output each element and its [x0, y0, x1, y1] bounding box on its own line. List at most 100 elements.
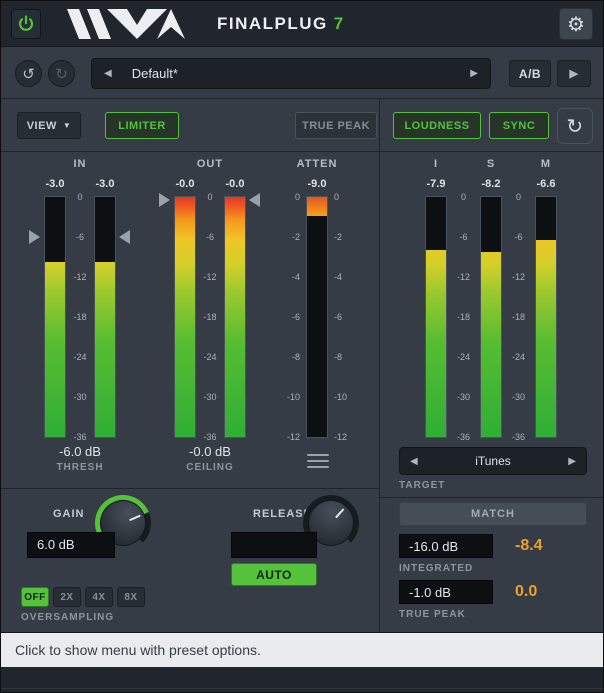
atten-meter-label: ATTEN [277, 158, 357, 170]
scale-tick-label: 0 [65, 192, 95, 232]
scale-tick-label: -6 [334, 312, 361, 352]
scale-tick-label: -18 [65, 312, 95, 352]
atten-scale-right: 0-2-4-6-8-10-12 [331, 192, 361, 472]
ceiling-arrow-right-icon[interactable] [249, 193, 260, 207]
ceiling-readout[interactable]: -0.0 dB [155, 444, 265, 459]
atten-meter-bar [307, 197, 327, 437]
auto-label: AUTO [256, 568, 292, 582]
in-scale: 0-6-12-18-24-30-36 [65, 192, 95, 472]
true-peak-target-field[interactable]: -1.0 dB [399, 580, 493, 604]
release-knob-pointer-icon [335, 508, 345, 518]
loudness-s-peak: -8.2 [471, 178, 511, 190]
view-dropdown[interactable]: VIEW ▼ [17, 112, 81, 139]
limiter-toggle[interactable]: LIMITER [105, 112, 179, 139]
scale-tick-label: 0 [503, 192, 534, 232]
target-prev-icon[interactable]: ◀ [410, 456, 418, 467]
advance-icon: ▶ [570, 67, 579, 80]
scale-tick-label: -30 [448, 392, 479, 432]
loudness-s-meter-bar [481, 197, 501, 437]
meter-fill [307, 197, 327, 216]
scale-tick-label: -4 [273, 272, 300, 312]
scale-tick-label: -30 [65, 392, 95, 432]
preset-prev-icon[interactable]: ◀ [104, 68, 112, 79]
loudness-m-label: M [521, 158, 571, 170]
loudness-scale-1: 0-6-12-18-24-30-36 [448, 192, 479, 472]
scale-tick-label: -12 [334, 432, 361, 472]
out-meter-bar-right [225, 197, 245, 437]
threshold-readout[interactable]: -6.0 dB [25, 444, 135, 459]
atten-menu-button[interactable] [301, 448, 334, 474]
settings-button[interactable]: ⚙ [559, 8, 593, 40]
preset-name: Default* [132, 66, 178, 81]
threshold-arrow-left-icon[interactable] [29, 230, 40, 244]
loudness-m-meter-bar [536, 197, 556, 437]
sync-toggle[interactable]: SYNC [489, 112, 549, 139]
meter-gradient [45, 262, 65, 437]
undo-icon: ↺ [22, 65, 35, 83]
chevron-down-icon: ▼ [63, 121, 71, 130]
sync-label: SYNC [503, 120, 536, 132]
gear-icon: ⚙ [567, 12, 585, 37]
finalplug-window: FINALPLUG7 ⚙ ↺ ↻ ◀ Default* ▶ A/B ▶ VIEW… [0, 0, 604, 693]
threshold-label: THRESH [25, 462, 135, 473]
divider [379, 98, 380, 632]
bottom-strip [1, 667, 604, 693]
oversampling-8x-button[interactable]: 8X [117, 587, 145, 607]
meter-gradient [225, 197, 245, 437]
scale-tick-label: -24 [65, 352, 95, 392]
atten-peak: -9.0 [297, 178, 337, 190]
gain-value-field[interactable]: 6.0 dB [27, 532, 115, 558]
target-selector[interactable]: ◀ iTunes ▶ [399, 447, 587, 475]
app-version: 7 [334, 14, 345, 33]
in-peak-left: -3.0 [35, 178, 75, 190]
divider [1, 488, 379, 489]
out-peak-right: -0.0 [215, 178, 255, 190]
divider [379, 497, 604, 498]
oversampling-off-label: OFF [24, 592, 46, 603]
loudness-label: LOUDNESS [404, 120, 469, 132]
loudness-toggle[interactable]: LOUDNESS [393, 112, 481, 139]
scale-tick-label: -18 [195, 312, 225, 352]
scale-tick-label: -4 [334, 272, 361, 312]
true-peak-toggle[interactable]: TRUE PEAK [295, 112, 377, 139]
oversampling-2x-button[interactable]: 2X [53, 587, 81, 607]
preset-next-icon[interactable]: ▶ [470, 68, 478, 79]
ceiling-arrow-left-icon[interactable] [159, 193, 170, 207]
meter-fill [536, 240, 556, 437]
scale-tick-label: -10 [273, 392, 300, 432]
preset-advance-button[interactable]: ▶ [557, 60, 591, 87]
hamburger-line [307, 466, 329, 468]
preset-selector[interactable]: ◀ Default* ▶ [91, 58, 491, 89]
scale-tick-label: -12 [273, 432, 300, 472]
ab-compare-button[interactable]: A/B [509, 60, 551, 87]
loudness-i-label: I [411, 158, 461, 170]
match-button[interactable]: MATCH [399, 502, 587, 526]
release-value-field[interactable] [231, 532, 317, 558]
scale-tick-label: -8 [334, 352, 361, 392]
power-button[interactable] [11, 9, 41, 39]
scale-tick-label: 0 [195, 192, 225, 232]
in-meter-label: IN [45, 158, 115, 170]
oversampling-2x-label: 2X [60, 592, 73, 603]
scale-tick-label: -12 [65, 272, 95, 312]
out-peak-left: -0.0 [165, 178, 205, 190]
app-title: FINALPLUG7 [217, 14, 345, 34]
target-next-icon[interactable]: ▶ [568, 456, 576, 467]
integrated-target-field[interactable]: -16.0 dB [399, 534, 493, 558]
oversampling-off-button[interactable]: OFF [21, 587, 49, 607]
loudness-i-meter-bar [426, 197, 446, 437]
reset-meters-button[interactable]: ↻ [557, 108, 593, 144]
status-bar[interactable]: Click to show menu with preset options. [1, 632, 604, 667]
undo-button[interactable]: ↺ [15, 60, 42, 87]
scale-tick-label: -30 [503, 392, 534, 432]
oversampling-label: OVERSAMPLING [21, 612, 161, 623]
oversampling-4x-button[interactable]: 4X [85, 587, 113, 607]
oversampling-8x-label: 8X [124, 592, 137, 603]
out-scale: 0-6-12-18-24-30-36 [195, 192, 225, 472]
scale-tick-label: -18 [503, 312, 534, 352]
divider [1, 151, 604, 152]
auto-release-button[interactable]: AUTO [231, 563, 317, 586]
redo-button[interactable]: ↻ [48, 60, 75, 87]
scale-tick-label: 0 [448, 192, 479, 232]
threshold-arrow-right-icon[interactable] [119, 230, 130, 244]
